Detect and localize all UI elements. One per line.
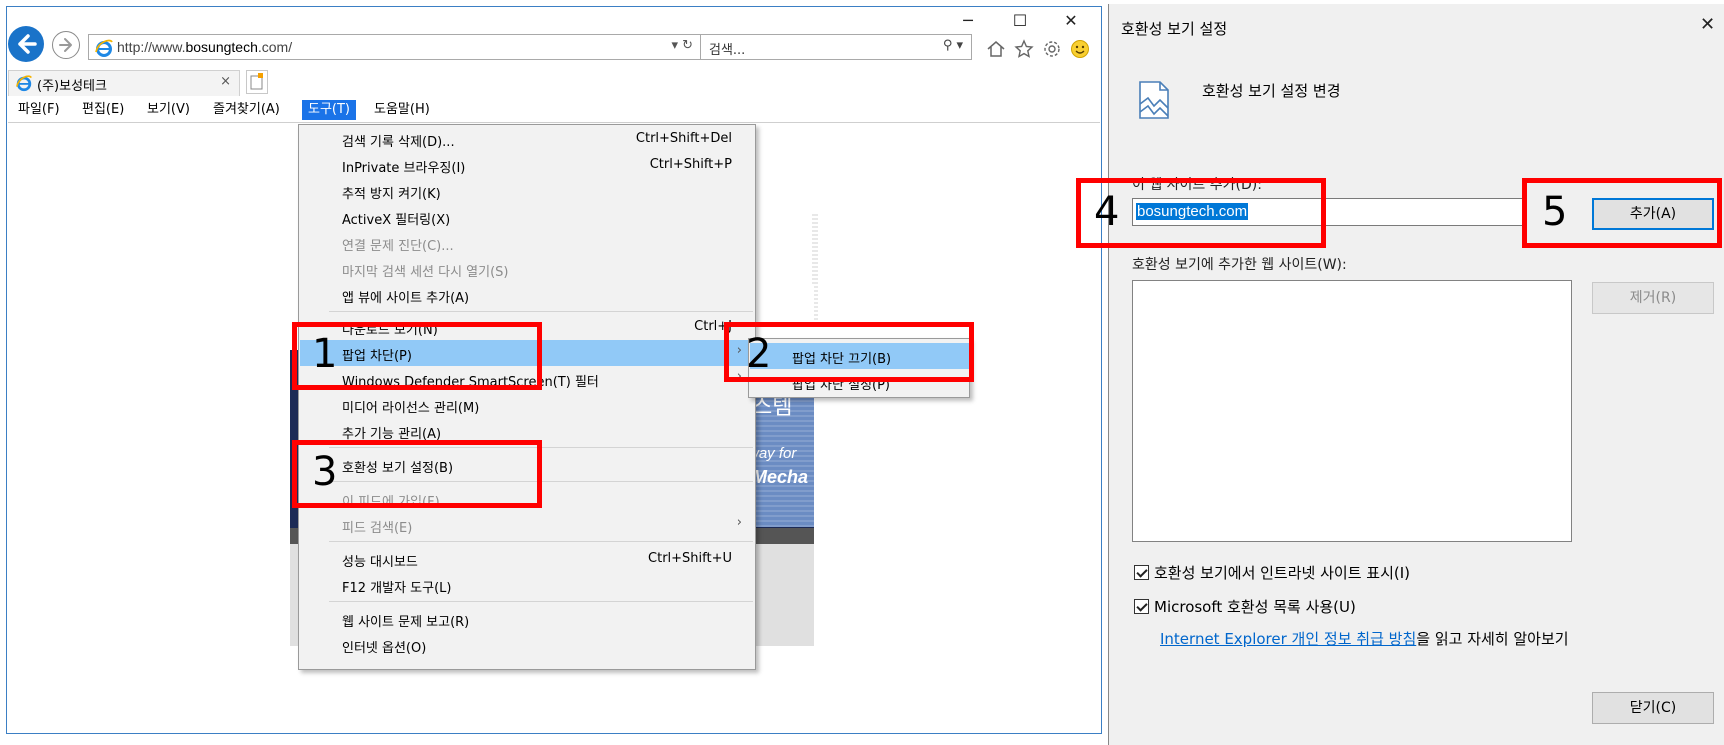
- annotation-number-5: 5: [1542, 189, 1568, 235]
- gear-icon[interactable]: [1041, 38, 1063, 60]
- menu-item-inprivate[interactable]: InPrivate 브라우징(I) Ctrl+Shift+P: [300, 152, 754, 178]
- menu-item-report-problem[interactable]: 웹 사이트 문제 보고(R): [300, 606, 754, 632]
- forward-button[interactable]: [52, 31, 80, 59]
- menu-item-tracking-protection[interactable]: 추적 방지 켜기(K): [300, 178, 754, 204]
- tab-title: (주)보성테크: [37, 79, 107, 94]
- privacy-link[interactable]: Internet Explorer 개인 정보 취급 방침: [1160, 630, 1416, 648]
- address-bar[interactable]: http://www.bosungtech.com/ ▾ ↻: [88, 34, 702, 60]
- close-tab-icon[interactable]: ×: [220, 74, 231, 89]
- back-arrow-icon: [18, 34, 37, 54]
- maximize-button[interactable]: ☐: [1005, 8, 1035, 34]
- refresh-icon[interactable]: ▾ ↻: [671, 38, 693, 53]
- ms-list-checkbox[interactable]: [1134, 599, 1149, 614]
- home-icon[interactable]: [985, 38, 1007, 60]
- page-banner-text: Mecha: [752, 467, 809, 487]
- menu-separator: [329, 541, 753, 542]
- menu-item-performance-dashboard[interactable]: 성능 대시보드 Ctrl+Shift+U: [300, 546, 754, 572]
- menu-item-add-to-apps[interactable]: 앱 뷰에 사이트 추가(A): [300, 282, 754, 308]
- back-button[interactable]: [8, 26, 44, 62]
- added-sites-list[interactable]: [1132, 280, 1572, 542]
- menu-item-reopen-session[interactable]: 마지막 검색 세션 다시 열기(S): [300, 256, 754, 282]
- new-tab-button[interactable]: [246, 70, 268, 94]
- annotation-number-1: 1: [312, 331, 338, 377]
- intranet-checkbox[interactable]: [1134, 565, 1149, 580]
- remove-button[interactable]: 제거(R): [1592, 282, 1714, 314]
- address-url: http://www.bosungtech.com/: [117, 39, 293, 55]
- broken-page-icon: [1136, 80, 1172, 120]
- menu-item-activex-filtering[interactable]: ActiveX 필터링(X): [300, 204, 754, 230]
- ie-logo-icon: [95, 39, 113, 57]
- tools-menu: 검색 기록 삭제(D)... Ctrl+Shift+Del InPrivate 브…: [298, 124, 756, 670]
- new-tab-icon: [250, 73, 263, 90]
- browser-tab[interactable]: (주)보성테크 ×: [8, 70, 240, 96]
- chevron-right-icon: ›: [736, 515, 742, 530]
- menu-item-diagnose[interactable]: 연결 문제 진단(C)...: [300, 230, 754, 256]
- close-window-button[interactable]: ✕: [1056, 8, 1086, 34]
- dialog-close-icon[interactable]: ✕: [1700, 14, 1715, 35]
- ms-list-checkbox-label: Microsoft 호환성 목록 사용(U): [1154, 598, 1356, 616]
- star-icon[interactable]: [1013, 38, 1035, 60]
- dialog-heading: 호환성 보기 설정 변경: [1202, 82, 1341, 100]
- search-icon[interactable]: ⚲ ▾: [943, 38, 963, 53]
- menu-item-media-license[interactable]: 미디어 라이선스 관리(M): [300, 392, 754, 418]
- menu-help[interactable]: 도움말(H): [368, 100, 436, 120]
- menu-item-delete-history[interactable]: 검색 기록 삭제(D)... Ctrl+Shift+Del: [300, 126, 754, 152]
- search-box[interactable]: 검색... ⚲ ▾: [700, 34, 972, 60]
- menu-item-internet-options[interactable]: 인터넷 옵션(O): [300, 632, 754, 658]
- menu-tools[interactable]: 도구(T): [302, 100, 357, 120]
- menu-file[interactable]: 파일(F): [12, 100, 66, 120]
- annotation-number-4: 4: [1094, 189, 1120, 235]
- menu-item-feed-discovery[interactable]: 피드 검색(E) ›: [300, 512, 754, 538]
- menu-edit[interactable]: 편집(E): [76, 100, 130, 120]
- menu-separator: [329, 311, 753, 312]
- menu-favorites[interactable]: 즐겨찾기(A): [207, 100, 286, 120]
- privacy-text: Internet Explorer 개인 정보 취급 방침을 읽고 자세히 알아…: [1160, 630, 1569, 648]
- search-placeholder: 검색...: [709, 43, 746, 58]
- menu-item-f12-devtools[interactable]: F12 개발자 도구(L): [300, 572, 754, 598]
- intranet-checkbox-label: 호환성 보기에서 인트라넷 사이트 표시(I): [1154, 564, 1411, 582]
- forward-arrow-icon: [59, 38, 72, 52]
- annotation-number-3: 3: [312, 449, 338, 495]
- dialog-close-button[interactable]: 닫기(C): [1592, 692, 1714, 724]
- dialog-title: 호환성 보기 설정: [1121, 20, 1228, 38]
- annotation-number-2: 2: [746, 331, 772, 377]
- added-sites-label: 호환성 보기에 추가한 웹 사이트(W):: [1132, 257, 1347, 273]
- menu-view[interactable]: 보기(V): [141, 100, 196, 120]
- menu-separator: [329, 601, 753, 602]
- smiley-icon[interactable]: [1069, 38, 1091, 60]
- minimize-button[interactable]: ─: [953, 8, 983, 34]
- ie-logo-icon: [16, 75, 32, 92]
